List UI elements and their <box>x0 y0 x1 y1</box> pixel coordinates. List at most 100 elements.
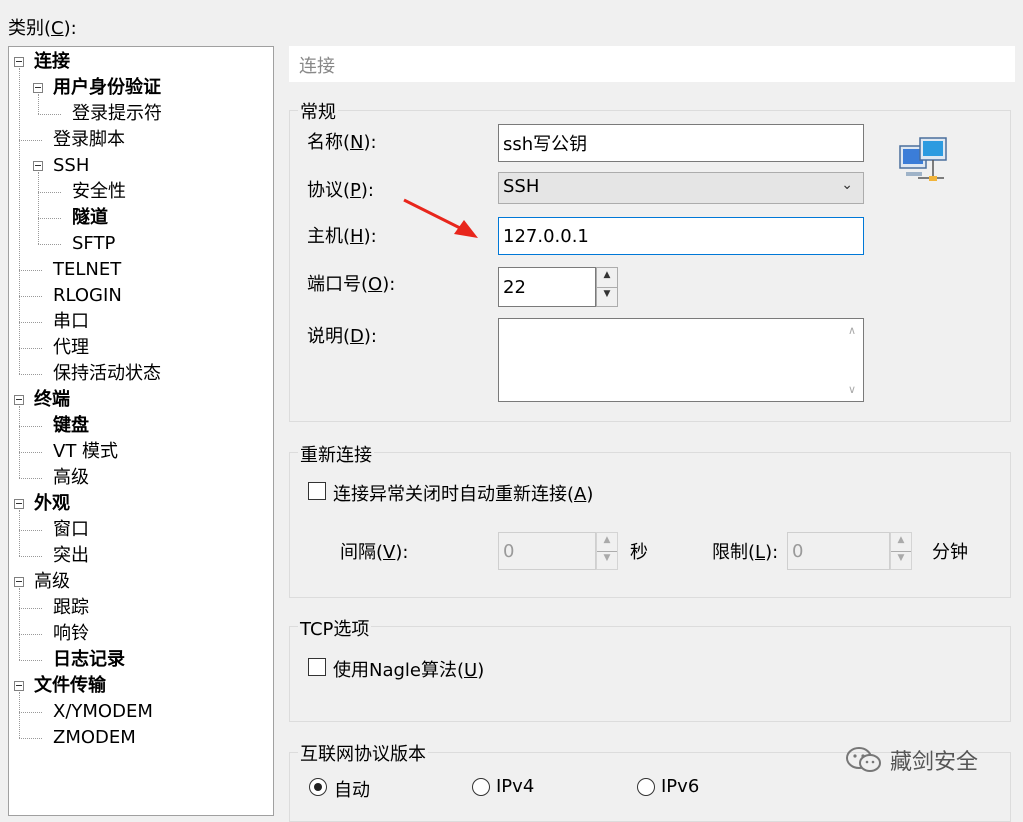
tree-item[interactable]: 安全性 <box>72 179 126 205</box>
spin-down-icon[interactable]: ▼ <box>891 551 911 569</box>
tree-item[interactable]: 用户身份验证 <box>53 75 161 101</box>
auto-reconnect-checkbox[interactable] <box>308 482 326 500</box>
scroll-up-icon[interactable]: ∧ <box>848 324 856 337</box>
radio-ipv4-label: IPv4 <box>496 776 535 797</box>
tree-collapse-icon[interactable] <box>14 499 24 509</box>
tree-item[interactable]: SFTP <box>72 231 115 257</box>
tree-item[interactable]: 跟踪 <box>53 595 89 621</box>
tree-connector <box>38 218 61 219</box>
name-input[interactable] <box>498 124 864 162</box>
chevron-down-icon: ⌄ <box>841 177 853 193</box>
tree-connector <box>19 712 42 713</box>
radio-ipv6-label: IPv6 <box>661 776 700 797</box>
radio-ipv4[interactable] <box>472 778 490 796</box>
description-scrollbar[interactable]: ∧ ∨ <box>845 320 862 400</box>
description-label: 说明(D): <box>307 326 377 347</box>
reconnect-group <box>289 452 1011 598</box>
radio-ipv6[interactable] <box>637 778 655 796</box>
tree-item[interactable]: 串口 <box>53 309 89 335</box>
name-label: 名称(N): <box>307 132 377 153</box>
tree-connector <box>19 452 42 453</box>
category-tree[interactable]: 连接 用户身份验证 登录提示符 登录脚本 SSH 安全性 隧道 SFTP TELNET RLOGI… <box>8 46 274 816</box>
tree-item[interactable]: SSH <box>53 153 89 179</box>
protocol-value: SSH <box>503 176 540 197</box>
spin-down-icon[interactable]: ▼ <box>597 287 617 306</box>
protocol-select[interactable]: SSH ⌄ <box>498 172 864 204</box>
reconnect-group-title: 重新连接 <box>298 441 374 467</box>
radio-auto-label: 自动 <box>334 780 370 801</box>
tree-connector <box>19 738 42 739</box>
tree-item[interactable]: 连接 <box>34 49 70 75</box>
spin-up-icon[interactable]: ▲ <box>891 533 911 552</box>
tree-item[interactable]: 文件传输 <box>34 673 106 699</box>
interval-label: 间隔(V): <box>340 542 409 563</box>
tree-item[interactable]: 高级 <box>34 569 70 595</box>
interval-input[interactable] <box>498 532 596 570</box>
limit-input[interactable] <box>787 532 890 570</box>
tree-collapse-icon[interactable] <box>33 161 43 171</box>
radio-auto[interactable] <box>309 778 327 796</box>
general-group-title: 常规 <box>298 98 338 124</box>
tree-item[interactable]: X/YMODEM <box>53 699 153 725</box>
tree-connector <box>19 530 42 531</box>
interval-spinner[interactable]: ▲ ▼ <box>596 532 618 570</box>
ip-version-group-title: 互联网协议版本 <box>298 740 428 766</box>
tree-collapse-icon[interactable] <box>14 57 24 67</box>
tree-item[interactable]: 隧道 <box>72 205 108 231</box>
port-label: 端口号(O): <box>307 274 396 295</box>
description-textarea[interactable]: ∧ ∨ <box>498 318 864 402</box>
wechat-icon <box>846 747 881 772</box>
spin-up-icon[interactable]: ▲ <box>597 268 617 288</box>
tree-connector <box>19 296 42 297</box>
tree-item[interactable]: 外观 <box>34 491 70 517</box>
tree-connector <box>38 192 61 193</box>
port-spinner[interactable]: ▲ ▼ <box>596 267 618 307</box>
tree-connector <box>19 608 42 609</box>
host-input[interactable] <box>498 217 864 255</box>
tree-item[interactable]: 终端 <box>34 387 70 413</box>
section-header: 连接 <box>289 46 1015 82</box>
tree-item[interactable]: 键盘 <box>53 413 89 439</box>
tree-connector <box>19 660 42 661</box>
spin-down-icon[interactable]: ▼ <box>597 551 617 569</box>
scroll-down-icon[interactable]: ∨ <box>848 383 856 396</box>
tree-item[interactable]: VT 模式 <box>53 439 118 465</box>
limit-unit: 分钟 <box>932 542 968 563</box>
tree-connector <box>19 510 20 556</box>
tree-item[interactable]: 高级 <box>53 465 89 491</box>
tree-item[interactable]: 突出 <box>53 543 89 569</box>
tree-item[interactable]: ZMODEM <box>53 725 136 751</box>
tree-connector <box>19 692 20 738</box>
tree-item[interactable]: 登录提示符 <box>72 101 162 127</box>
tree-connector <box>38 172 39 244</box>
tree-item[interactable]: TELNET <box>53 257 121 283</box>
tree-connector <box>19 406 20 478</box>
tree-item[interactable]: RLOGIN <box>53 283 122 309</box>
tree-item[interactable]: 日志记录 <box>53 647 125 673</box>
tree-item[interactable]: 代理 <box>53 335 89 361</box>
tree-collapse-icon[interactable] <box>14 577 24 587</box>
tree-connector <box>38 244 61 245</box>
tree-connector <box>19 374 42 375</box>
tree-connector <box>38 114 61 115</box>
tree-connector <box>19 556 42 557</box>
auto-reconnect-label: 连接异常关闭时自动重新连接(A) <box>333 484 594 505</box>
tree-item[interactable]: 响铃 <box>53 621 89 647</box>
tree-collapse-icon[interactable] <box>14 681 24 691</box>
tcp-group-title: TCP选项 <box>298 615 372 641</box>
section-title: 连接 <box>299 56 335 77</box>
tree-collapse-icon[interactable] <box>33 83 43 93</box>
tree-collapse-icon[interactable] <box>14 395 24 405</box>
tree-connector <box>19 68 20 374</box>
nagle-label: 使用Nagle算法(U) <box>333 660 485 681</box>
nagle-checkbox[interactable] <box>308 658 326 676</box>
spin-up-icon[interactable]: ▲ <box>597 533 617 552</box>
watermark-text: 藏剑安全 <box>890 750 979 775</box>
tree-item[interactable]: 窗口 <box>53 517 89 543</box>
tree-connector <box>19 588 20 660</box>
tree-item[interactable]: 保持活动状态 <box>53 361 161 387</box>
red-arrow-annotation <box>403 198 478 238</box>
limit-spinner[interactable]: ▲ ▼ <box>890 532 912 570</box>
tree-item[interactable]: 登录脚本 <box>53 127 125 153</box>
port-input[interactable] <box>498 267 596 307</box>
